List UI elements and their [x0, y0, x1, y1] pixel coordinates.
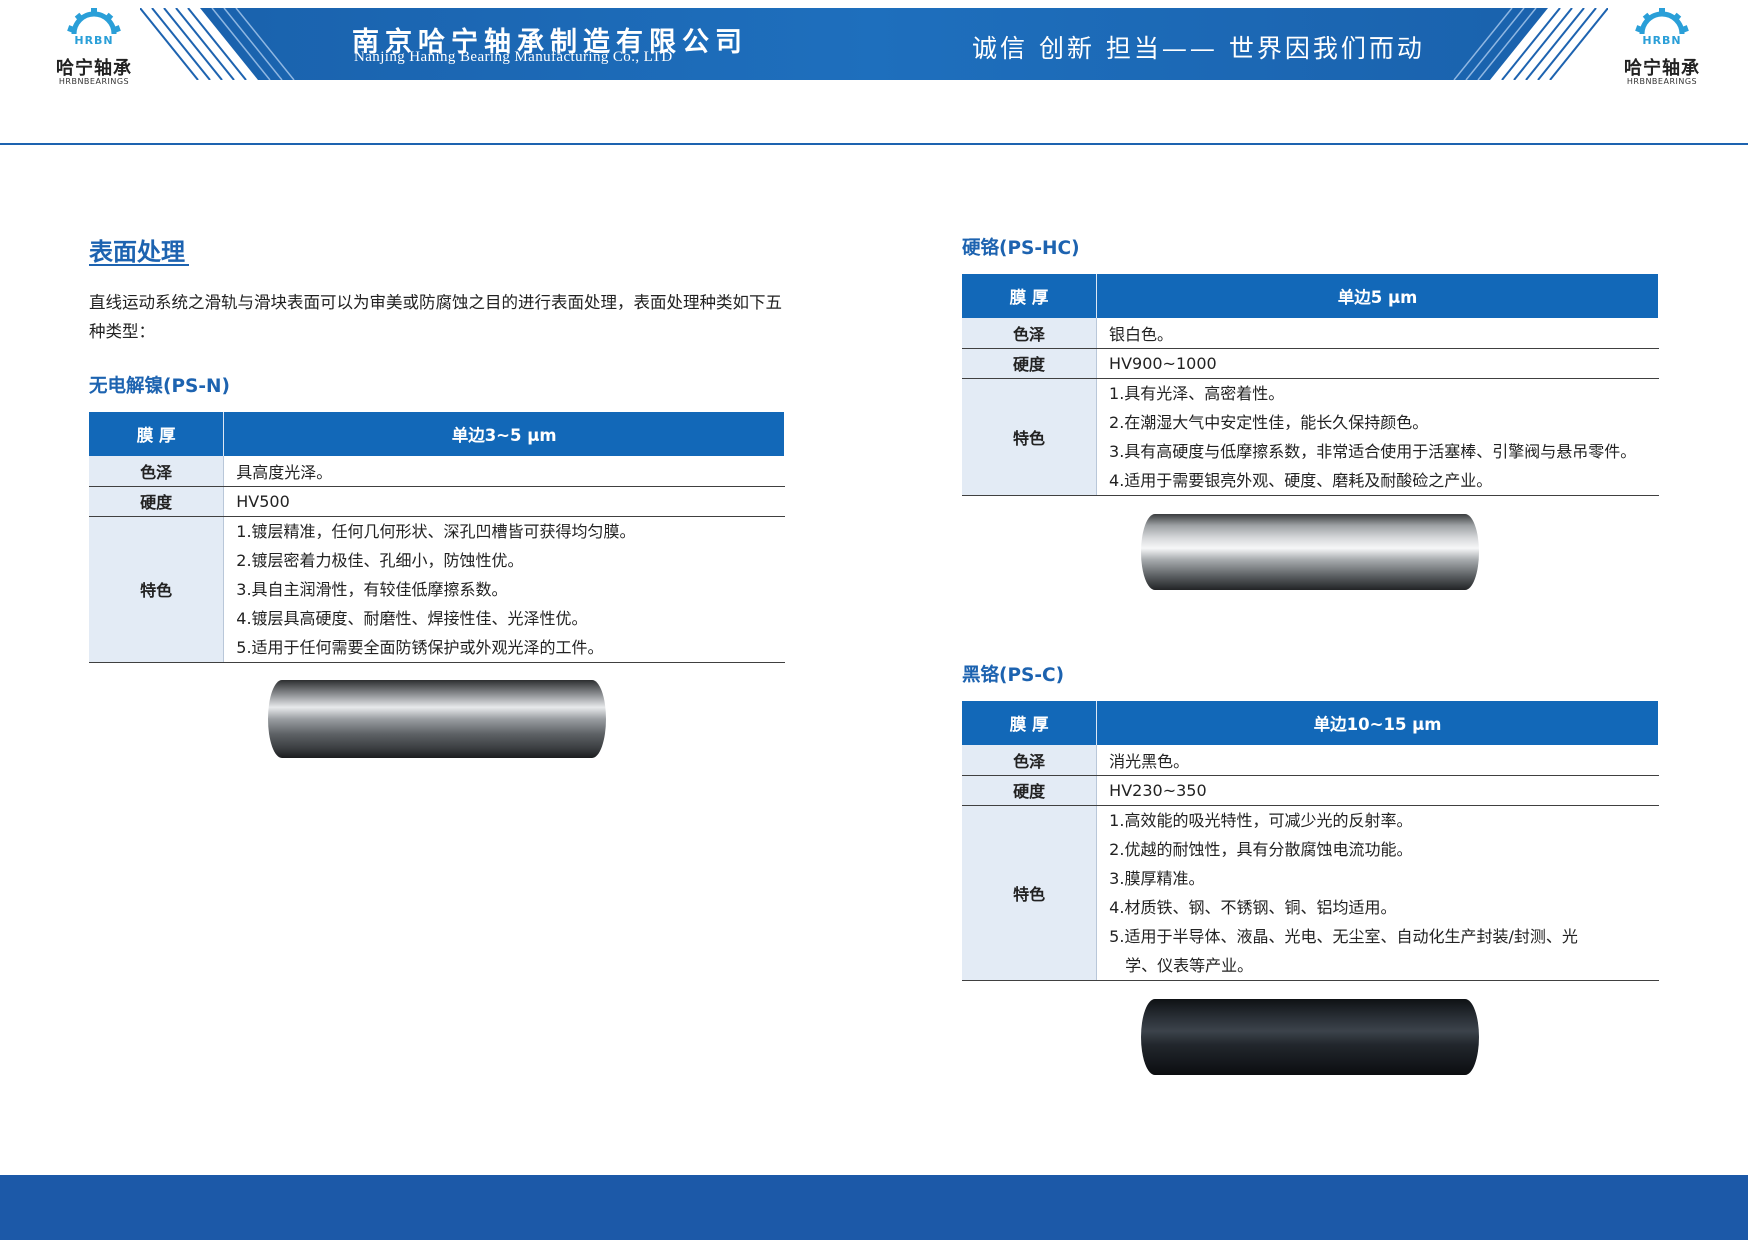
- section-title-underline: [89, 264, 189, 266]
- header-divider: [0, 143, 1748, 145]
- color-value: 消光黑色。: [1096, 745, 1659, 776]
- list-item: 1.具有光泽、高密着性。: [1109, 383, 1285, 403]
- table-row: 色泽 消光黑色。: [962, 745, 1659, 776]
- table-row: 硬度 HV900~1000: [962, 348, 1659, 379]
- spec-table-ps-c: 膜 厚 单边10~15 μm 色泽 消光黑色。 硬度 HV230~350 特色 …: [962, 701, 1659, 981]
- table-row: 特色 1.具有光泽、高密着性。 2.在潮湿大气中安定性佳，能长久保持颜色。 3.…: [962, 378, 1659, 496]
- hardness-value: HV900~1000: [1096, 348, 1659, 379]
- table-row: 硬度 HV500: [89, 486, 785, 517]
- rod-image-ps-c: [1141, 999, 1479, 1075]
- section-title: 表面处理: [89, 238, 185, 266]
- rod-image-ps-hc: [1141, 514, 1479, 590]
- color-value: 具高度光泽。: [223, 456, 785, 487]
- list-item: 1.镀层精准，任何几何形状、深孔凹槽皆可获得均匀膜。: [236, 521, 636, 541]
- hardness-label: 硬度: [89, 486, 225, 517]
- list-item: 4.材质铁、钢、不锈钢、铜、铝均适用。: [1109, 897, 1397, 917]
- treatment-title-ps-hc: 硬铬(PS-HC): [962, 238, 1080, 259]
- list-item: 5.适用于任何需要全面防锈保护或外观光泽的工件。: [236, 637, 604, 657]
- company-slogan: 诚信 创新 担当—— 世界因我们而动: [972, 34, 1425, 63]
- feature-list: 1.具有光泽、高密着性。 2.在潮湿大气中安定性佳，能长久保持颜色。 3.具有高…: [1096, 378, 1659, 496]
- spec-table-ps-n: 膜 厚 单边3~5 μm 色泽 具高度光泽。 硬度 HV500 特色 1.镀层精…: [89, 412, 785, 663]
- hardness-label: 硬度: [962, 348, 1098, 379]
- list-item: 2.在潮湿大气中安定性佳，能长久保持颜色。: [1109, 412, 1429, 432]
- treatment-title-ps-n: 无电解镍(PS-N): [89, 376, 230, 397]
- table-header-row: 膜 厚 单边5 μm: [962, 274, 1659, 318]
- thickness-label: 膜 厚: [89, 412, 225, 456]
- table-header-row: 膜 厚 单边10~15 μm: [962, 701, 1659, 745]
- hardness-label: 硬度: [962, 775, 1098, 806]
- thickness-value: 单边10~15 μm: [1096, 701, 1659, 745]
- logo-name-en: HRBNBEARINGS: [58, 77, 130, 86]
- table-row: 色泽 具高度光泽。: [89, 456, 785, 487]
- color-label: 色泽: [962, 745, 1098, 776]
- color-label: 色泽: [962, 318, 1098, 349]
- list-item: 3.具有高硬度与低摩擦系数，非常适合使用于活塞棒、引擎阀与悬吊零件。: [1109, 441, 1637, 461]
- list-item: 4.适用于需要银亮外观、硬度、磨耗及耐酸硷之产业。: [1109, 470, 1493, 490]
- list-item: 4.镀层具高硬度、耐磨性、焊接性佳、光泽性优。: [236, 608, 588, 628]
- feature-label: 特色: [962, 805, 1098, 981]
- table-row: 硬度 HV230~350: [962, 775, 1659, 806]
- company-logo-left: HRBN 哈宁轴承 HRBNBEARINGS: [44, 6, 144, 86]
- list-item: 2.优越的耐蚀性，具有分散腐蚀电流功能。: [1109, 839, 1413, 859]
- list-item: 学、仪表等产业。: [1125, 955, 1254, 975]
- feature-list: 1.高效能的吸光特性，可减少光的反射率。 2.优越的耐蚀性，具有分散腐蚀电流功能…: [1096, 805, 1659, 981]
- thickness-value: 单边5 μm: [1096, 274, 1659, 318]
- color-value: 银白色。: [1096, 318, 1659, 349]
- hardness-value: HV230~350: [1096, 775, 1659, 806]
- list-item: 1.高效能的吸光特性，可减少光的反射率。: [1109, 810, 1413, 830]
- spec-table-ps-hc: 膜 厚 单边5 μm 色泽 银白色。 硬度 HV900~1000 特色 1.具有…: [962, 274, 1659, 496]
- table-row: 特色 1.高效能的吸光特性，可减少光的反射率。 2.优越的耐蚀性，具有分散腐蚀电…: [962, 805, 1659, 981]
- table-row: 色泽 银白色。: [962, 318, 1659, 349]
- page-footer-bar: [0, 1175, 1748, 1240]
- treatment-title-ps-c: 黑铬(PS-C): [962, 665, 1065, 686]
- logo-brand: HRBN: [1642, 34, 1682, 47]
- list-item: 5.适用于半导体、液晶、光电、无尘室、自动化生产封装/封测、光: [1109, 926, 1578, 946]
- table-row: 特色 1.镀层精准，任何几何形状、深孔凹槽皆可获得均匀膜。 2.镀层密着力极佳、…: [89, 516, 785, 663]
- company-logo-right: HRBN 哈宁轴承 HRBNBEARINGS: [1612, 6, 1712, 86]
- company-name-en: Nanjing Haning Bearing Manufacturing Co.…: [354, 49, 673, 65]
- feature-label: 特色: [962, 378, 1098, 496]
- thickness-label: 膜 厚: [962, 274, 1098, 318]
- thickness-label: 膜 厚: [962, 701, 1098, 745]
- page-header: 南京哈宁轴承制造有限公司 Nanjing Haning Bearing Manu…: [0, 0, 1748, 146]
- section-intro: 直线运动系统之滑轨与滑块表面可以为审美或防腐蚀之目的进行表面处理，表面处理种类如…: [89, 293, 782, 341]
- feature-list: 1.镀层精准，任何几何形状、深孔凹槽皆可获得均匀膜。 2.镀层密着力极佳、孔细小…: [223, 516, 785, 663]
- list-item: 3.膜厚精准。: [1109, 868, 1205, 888]
- feature-label: 特色: [89, 516, 225, 663]
- table-header-row: 膜 厚 单边3~5 μm: [89, 412, 785, 456]
- rod-image-ps-n: [268, 680, 606, 758]
- thickness-value: 单边3~5 μm: [223, 412, 785, 456]
- list-item: 3.具自主润滑性，有较佳低摩擦系数。: [236, 579, 508, 599]
- logo-name-en: HRBNBEARINGS: [1626, 77, 1698, 86]
- color-label: 色泽: [89, 456, 225, 487]
- hardness-value: HV500: [223, 486, 785, 517]
- logo-brand: HRBN: [74, 34, 114, 47]
- list-item: 2.镀层密着力极佳、孔细小，防蚀性优。: [236, 550, 524, 570]
